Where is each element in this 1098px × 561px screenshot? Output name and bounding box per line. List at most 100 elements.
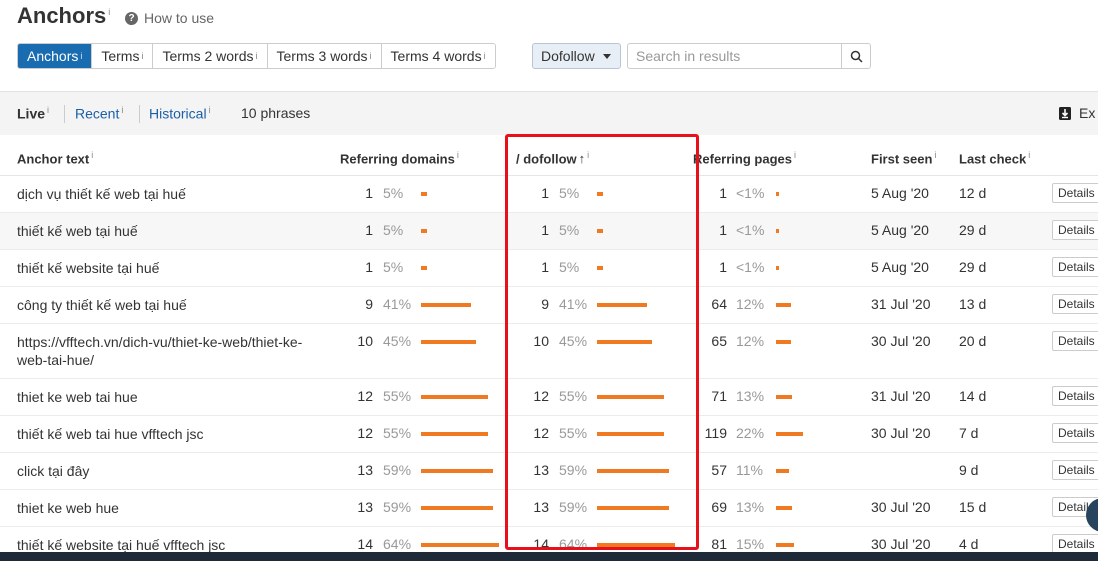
link-type-select[interactable]: Dofollow <box>532 43 621 69</box>
referring-pages-value[interactable]: 71 <box>687 388 727 404</box>
referring-domains-percent: 59% <box>383 499 412 515</box>
referring-pages-value[interactable]: 1 <box>687 222 727 238</box>
last-check-value: 9 d <box>959 462 979 478</box>
referring-pages-value[interactable]: 1 <box>687 259 727 275</box>
dofollow-percent: 5% <box>559 185 580 201</box>
help-icon: ? <box>125 11 138 25</box>
anchor-text-cell[interactable]: công ty thiết kế web tại huế <box>17 296 317 314</box>
referring-domains-value[interactable]: 10 <box>333 333 373 349</box>
dofollow-bar <box>597 543 675 547</box>
dofollow-value[interactable]: 1 <box>509 185 549 201</box>
dofollow-bar <box>597 303 647 307</box>
dofollow-value[interactable]: 13 <box>509 499 549 515</box>
referring-domains-bar <box>421 266 427 270</box>
referring-domains-bar <box>421 506 493 510</box>
col-referring-domains[interactable]: Referring domains i <box>340 150 459 166</box>
title-info-icon[interactable]: i <box>108 7 110 17</box>
mode-divider <box>139 105 140 123</box>
referring-pages-percent: <1% <box>736 222 765 238</box>
referring-pages-percent: 13% <box>736 499 765 515</box>
first-seen-value: 31 Jul '20 <box>871 388 931 404</box>
export-button[interactable]: Ex <box>1059 105 1095 121</box>
tab-terms-3-words[interactable]: Terms 3 words i <box>267 44 382 68</box>
dofollow-value[interactable]: 10 <box>509 333 549 349</box>
details-button[interactable]: Details <box>1052 386 1098 406</box>
table-row: thiết kế website tại huế 1 5% 1 5% 1 <1% 5 Aug … <box>0 250 1098 287</box>
referring-pages-value[interactable]: 1 <box>687 185 727 201</box>
dofollow-percent: 5% <box>559 222 580 238</box>
details-button[interactable]: Details <box>1052 423 1098 443</box>
anchor-text-cell[interactable]: dịch vụ thiết kế web tại huế <box>17 185 317 203</box>
col-anchor-text[interactable]: Anchor text i <box>17 150 93 166</box>
referring-domains-value[interactable]: 12 <box>333 388 373 404</box>
referring-pages-value[interactable]: 81 <box>687 536 727 552</box>
referring-domains-percent: 5% <box>383 259 404 275</box>
referring-domains-value[interactable]: 1 <box>333 222 373 238</box>
referring-domains-value[interactable]: 1 <box>333 259 373 275</box>
referring-pages-percent: 13% <box>736 388 765 404</box>
tab-terms[interactable]: Terms i <box>92 44 154 68</box>
table-row: dịch vụ thiết kế web tại huế 1 5% 1 5% 1 <1% 5 … <box>0 176 1098 213</box>
dofollow-value[interactable]: 13 <box>509 462 549 478</box>
referring-domains-value[interactable]: 9 <box>333 296 373 312</box>
referring-domains-value[interactable]: 1 <box>333 185 373 201</box>
tab-terms-2-words[interactable]: Terms 2 words i <box>153 44 268 68</box>
mode-recent[interactable]: Recent i <box>75 105 123 122</box>
referring-pages-bar <box>776 229 779 233</box>
referring-pages-value[interactable]: 119 <box>687 425 727 441</box>
dofollow-percent: 59% <box>559 462 588 478</box>
dofollow-value[interactable]: 12 <box>509 425 549 441</box>
referring-pages-value[interactable]: 69 <box>687 499 727 515</box>
mode-divider <box>64 105 65 123</box>
dofollow-value[interactable]: 9 <box>509 296 549 312</box>
dofollow-value[interactable]: 1 <box>509 222 549 238</box>
search-input[interactable] <box>628 44 841 68</box>
referring-domains-value[interactable]: 14 <box>333 536 373 552</box>
anchor-text-cell[interactable]: thiết kế website tại huế <box>17 259 317 277</box>
referring-domains-percent: 5% <box>383 185 404 201</box>
tab-terms-4-words[interactable]: Terms 4 words i <box>381 44 495 68</box>
col-first-seen[interactable]: First seen i <box>871 150 936 166</box>
anchor-text-cell[interactable]: thiết kế web tại huế <box>17 222 317 240</box>
search-button[interactable] <box>841 44 870 68</box>
referring-pages-value[interactable]: 64 <box>687 296 727 312</box>
referring-pages-value[interactable]: 57 <box>687 462 727 478</box>
last-check-value: 7 d <box>959 425 979 441</box>
referring-pages-value[interactable]: 65 <box>687 333 727 349</box>
referring-domains-value[interactable]: 13 <box>333 499 373 515</box>
referring-domains-value[interactable]: 13 <box>333 462 373 478</box>
mode-live[interactable]: Live i <box>17 105 49 122</box>
details-button[interactable]: Details <box>1052 534 1098 554</box>
anchor-text-cell[interactable]: thiet ke web hue <box>17 499 317 517</box>
phrase-count: 10 phrases <box>241 105 311 121</box>
how-to-use-link[interactable]: ? How to use <box>125 10 214 26</box>
tab-anchors[interactable]: Anchors i <box>18 44 93 68</box>
details-button[interactable]: Details <box>1052 294 1098 314</box>
last-check-value: 4 d <box>959 536 979 552</box>
anchor-text-cell[interactable]: thiet ke web tai hue <box>17 388 317 406</box>
first-seen-value: 30 Jul '20 <box>871 499 931 515</box>
details-button[interactable]: Details <box>1052 257 1098 277</box>
referring-domains-percent: 41% <box>383 296 412 312</box>
dofollow-value[interactable]: 12 <box>509 388 549 404</box>
first-seen-value: 5 Aug '20 <box>871 259 929 275</box>
anchor-text-cell[interactable]: click tại đây <box>17 462 317 480</box>
details-button[interactable]: Details <box>1052 460 1098 480</box>
details-button[interactable]: Details <box>1052 220 1098 240</box>
last-check-value: 29 d <box>959 259 987 275</box>
col-dofollow[interactable]: / dofollow ↑ i <box>516 150 589 166</box>
dofollow-value[interactable]: 1 <box>509 259 549 275</box>
details-button[interactable]: Details <box>1052 183 1098 203</box>
referring-pages-percent: 12% <box>736 333 765 349</box>
table-row: công ty thiết kế web tại huế 9 41% 9 41% 64 12… <box>0 287 1098 324</box>
col-last-check[interactable]: Last check i <box>959 150 1030 166</box>
mode-historical[interactable]: Historical i <box>149 105 211 122</box>
referring-domains-value[interactable]: 12 <box>333 425 373 441</box>
dofollow-value[interactable]: 14 <box>509 536 549 552</box>
details-button[interactable]: Details <box>1052 331 1098 351</box>
table-row: click tại đây 13 59% 13 59% 57 11% 9 d Details <box>0 453 1098 490</box>
anchor-text-cell[interactable]: https://vfftech.vn/dich-vu/thiet-ke-web/… <box>17 333 317 369</box>
referring-domains-bar <box>421 543 499 547</box>
anchor-text-cell[interactable]: thiết kế web tai hue vfftech jsc <box>17 425 317 443</box>
col-referring-pages[interactable]: Referring pages i <box>693 150 796 166</box>
